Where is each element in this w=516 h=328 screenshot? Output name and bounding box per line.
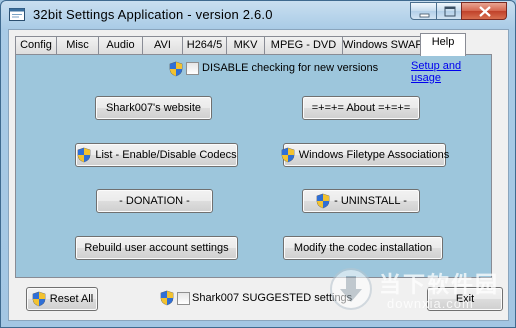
maximize-icon (444, 6, 456, 17)
shield-icon (315, 193, 331, 209)
tab-windows-swap[interactable]: Windows SWAP (342, 36, 423, 55)
rebuild-settings-button-label: Rebuild user account settings (84, 242, 229, 254)
shield-icon (280, 147, 296, 163)
rebuild-settings-button[interactable]: Rebuild user account settings (75, 236, 238, 260)
reset-all-button-label: Reset All (49, 293, 94, 305)
donation-button[interactable]: - DONATION - (96, 189, 213, 213)
close-button[interactable] (461, 2, 507, 20)
watermark-cn-text: 当下软件园 (379, 273, 500, 298)
shield-icon (31, 291, 47, 307)
modify-installation-button[interactable]: Modify the codec installation (283, 236, 443, 260)
setup-usage-link[interactable]: Setup and usage (411, 60, 491, 84)
tab-avi[interactable]: AVI (142, 36, 183, 55)
modify-installation-button-label: Modify the codec installation (293, 242, 433, 254)
shield-icon (168, 61, 184, 77)
reset-all-button[interactable]: Reset All (26, 287, 98, 311)
title-bar: 32bit Settings Application - version 2.6… (1, 1, 516, 29)
about-button[interactable]: =+=+= About =+=+= (302, 96, 420, 120)
website-button[interactable]: Shark007's website (95, 96, 212, 120)
tab-audio[interactable]: Audio (98, 36, 143, 55)
tab-help[interactable]: Help (420, 33, 466, 56)
tab-mpeg-dvd[interactable]: MPEG - DVD (264, 36, 343, 55)
tab-misc[interactable]: Misc (56, 36, 99, 55)
tab-config[interactable]: Config (15, 36, 57, 55)
shield-icon (76, 147, 92, 163)
minimize-button[interactable] (410, 2, 437, 20)
disable-version-check-label: DISABLE checking for new versions (202, 62, 379, 74)
uninstall-button-label: - UNINSTALL - (334, 195, 407, 207)
about-button-label: =+=+= About =+=+= (311, 102, 411, 114)
tab-h264[interactable]: H264/5 (182, 36, 227, 55)
tab-mkv[interactable]: MKV (226, 36, 265, 55)
disable-version-check-checkbox[interactable] (186, 62, 199, 75)
minimize-icon (419, 13, 430, 18)
watermark: 当下软件园 downxia.com (327, 263, 513, 317)
application-window: 32bit Settings Application - version 2.6… (0, 0, 516, 328)
list-codecs-button[interactable]: List - Enable/Disable Codecs (75, 143, 238, 167)
maximize-button[interactable] (436, 2, 462, 20)
help-panel: DISABLE checking for new versions Setup … (15, 54, 492, 278)
download-arrow-icon (330, 268, 372, 310)
window-title: 32bit Settings Application - version 2.6… (33, 7, 273, 22)
website-button-label: Shark007's website (105, 102, 202, 114)
filetype-associations-button-label: Windows Filetype Associations (298, 149, 450, 161)
filetype-associations-button[interactable]: Windows Filetype Associations (280, 143, 450, 167)
close-icon (479, 6, 491, 17)
shield-icon (159, 290, 175, 306)
list-codecs-button-label: List - Enable/Disable Codecs (95, 149, 237, 161)
suggested-settings-checkbox[interactable] (177, 292, 190, 305)
donation-button-label: - DONATION - (119, 195, 190, 207)
watermark-url: downxia.com (387, 296, 474, 311)
uninstall-button[interactable]: - UNINSTALL - (302, 189, 420, 213)
app-icon (9, 8, 25, 21)
